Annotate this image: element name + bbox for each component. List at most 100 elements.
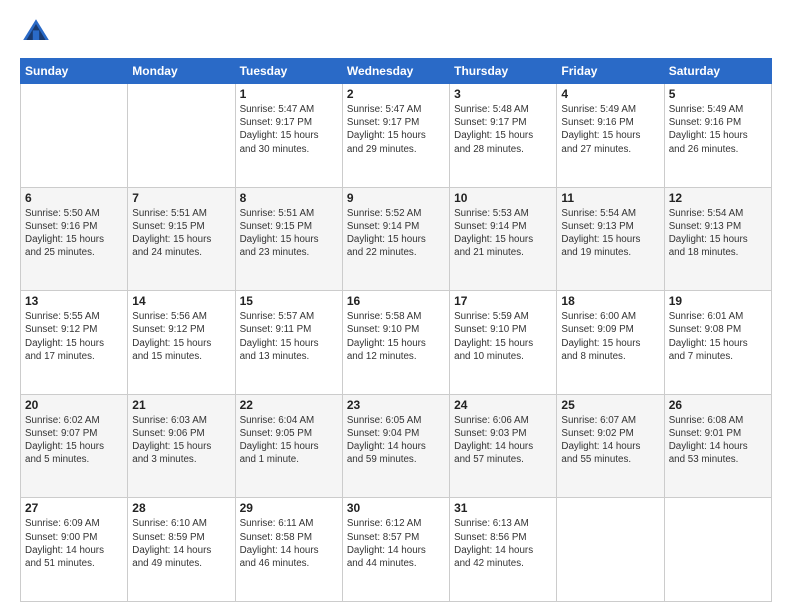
- calendar: SundayMondayTuesdayWednesdayThursdayFrid…: [20, 58, 772, 602]
- page: SundayMondayTuesdayWednesdayThursdayFrid…: [0, 0, 792, 612]
- day-info: Sunrise: 5:51 AMSunset: 9:15 PMDaylight:…: [240, 207, 338, 260]
- day-number: 22: [240, 398, 338, 412]
- day-number: 29: [240, 501, 338, 515]
- calendar-cell: 17 Sunrise: 5:59 AMSunset: 9:10 PMDayligh…: [450, 291, 557, 395]
- day-info: Sunrise: 6:09 AMSunset: 9:00 PMDaylight:…: [25, 517, 123, 570]
- logo: [20, 16, 56, 48]
- calendar-cell: [557, 498, 664, 602]
- calendar-week-2: 6 Sunrise: 5:50 AMSunset: 9:16 PMDaylight…: [21, 187, 772, 291]
- day-info: Sunrise: 5:48 AMSunset: 9:17 PMDaylight:…: [454, 103, 552, 156]
- day-number: 27: [25, 501, 123, 515]
- day-number: 4: [561, 87, 659, 101]
- day-info: Sunrise: 5:49 AMSunset: 9:16 PMDaylight:…: [669, 103, 767, 156]
- calendar-cell: 16 Sunrise: 5:58 AMSunset: 9:10 PMDayligh…: [342, 291, 449, 395]
- day-number: 13: [25, 294, 123, 308]
- col-header-tuesday: Tuesday: [235, 59, 342, 84]
- day-info: Sunrise: 5:50 AMSunset: 9:16 PMDaylight:…: [25, 207, 123, 260]
- calendar-cell: [664, 498, 771, 602]
- day-info: Sunrise: 5:55 AMSunset: 9:12 PMDaylight:…: [25, 310, 123, 363]
- day-info: Sunrise: 6:11 AMSunset: 8:58 PMDaylight:…: [240, 517, 338, 570]
- calendar-cell: 13 Sunrise: 5:55 AMSunset: 9:12 PMDayligh…: [21, 291, 128, 395]
- calendar-cell: 24Sunrise: 6:06 AMSunset: 9:03 PMDayligh…: [450, 394, 557, 498]
- day-info: Sunrise: 5:57 AMSunset: 9:11 PMDaylight:…: [240, 310, 338, 363]
- calendar-cell: 22 Sunrise: 6:04 AMSunset: 9:05 PMDayligh…: [235, 394, 342, 498]
- calendar-cell: 20 Sunrise: 6:02 AMSunset: 9:07 PMDayligh…: [21, 394, 128, 498]
- day-number: 6: [25, 191, 123, 205]
- col-header-friday: Friday: [557, 59, 664, 84]
- col-header-monday: Monday: [128, 59, 235, 84]
- calendar-week-5: 27 Sunrise: 6:09 AMSunset: 9:00 PMDayligh…: [21, 498, 772, 602]
- col-header-wednesday: Wednesday: [342, 59, 449, 84]
- day-info: Sunrise: 5:58 AMSunset: 9:10 PMDaylight:…: [347, 310, 445, 363]
- day-info: Sunrise: 5:51 AMSunset: 9:15 PMDaylight:…: [132, 207, 230, 260]
- calendar-cell: 25Sunrise: 6:07 AMSunset: 9:02 PMDayligh…: [557, 394, 664, 498]
- day-number: 30: [347, 501, 445, 515]
- day-info: Sunrise: 5:54 AMSunset: 9:13 PMDaylight:…: [561, 207, 659, 260]
- calendar-cell: 12Sunrise: 5:54 AMSunset: 9:13 PMDayligh…: [664, 187, 771, 291]
- day-number: 7: [132, 191, 230, 205]
- day-number: 16: [347, 294, 445, 308]
- day-info: Sunrise: 6:03 AMSunset: 9:06 PMDaylight:…: [132, 414, 230, 467]
- day-number: 20: [25, 398, 123, 412]
- day-info: Sunrise: 6:01 AMSunset: 9:08 PMDaylight:…: [669, 310, 767, 363]
- day-number: 19: [669, 294, 767, 308]
- header-row: SundayMondayTuesdayWednesdayThursdayFrid…: [21, 59, 772, 84]
- day-number: 23: [347, 398, 445, 412]
- calendar-cell: 28Sunrise: 6:10 AMSunset: 8:59 PMDayligh…: [128, 498, 235, 602]
- day-info: Sunrise: 5:53 AMSunset: 9:14 PMDaylight:…: [454, 207, 552, 260]
- calendar-week-3: 13 Sunrise: 5:55 AMSunset: 9:12 PMDayligh…: [21, 291, 772, 395]
- calendar-cell: 9Sunrise: 5:52 AMSunset: 9:14 PMDaylight…: [342, 187, 449, 291]
- calendar-cell: 7 Sunrise: 5:51 AMSunset: 9:15 PMDaylight…: [128, 187, 235, 291]
- calendar-cell: 2Sunrise: 5:47 AMSunset: 9:17 PMDaylight…: [342, 84, 449, 188]
- day-number: 1: [240, 87, 338, 101]
- day-number: 25: [561, 398, 659, 412]
- day-info: Sunrise: 6:02 AMSunset: 9:07 PMDaylight:…: [25, 414, 123, 467]
- day-number: 31: [454, 501, 552, 515]
- day-number: 15: [240, 294, 338, 308]
- calendar-cell: 27 Sunrise: 6:09 AMSunset: 9:00 PMDayligh…: [21, 498, 128, 602]
- day-info: Sunrise: 5:56 AMSunset: 9:12 PMDaylight:…: [132, 310, 230, 363]
- calendar-week-1: 1 Sunrise: 5:47 AMSunset: 9:17 PMDaylight…: [21, 84, 772, 188]
- day-number: 3: [454, 87, 552, 101]
- day-info: Sunrise: 6:04 AMSunset: 9:05 PMDaylight:…: [240, 414, 338, 467]
- calendar-cell: 4 Sunrise: 5:49 AMSunset: 9:16 PMDaylight…: [557, 84, 664, 188]
- day-number: 14: [132, 294, 230, 308]
- day-info: Sunrise: 5:52 AMSunset: 9:14 PMDaylight:…: [347, 207, 445, 260]
- calendar-body: 1 Sunrise: 5:47 AMSunset: 9:17 PMDaylight…: [21, 84, 772, 602]
- col-header-sunday: Sunday: [21, 59, 128, 84]
- calendar-cell: 26Sunrise: 6:08 AMSunset: 9:01 PMDayligh…: [664, 394, 771, 498]
- day-info: Sunrise: 5:49 AMSunset: 9:16 PMDaylight:…: [561, 103, 659, 156]
- day-number: 8: [240, 191, 338, 205]
- calendar-cell: 30 Sunrise: 6:12 AMSunset: 8:57 PMDayligh…: [342, 498, 449, 602]
- day-info: Sunrise: 6:13 AMSunset: 8:56 PMDaylight:…: [454, 517, 552, 570]
- calendar-cell: [128, 84, 235, 188]
- day-info: Sunrise: 5:47 AMSunset: 9:17 PMDaylight:…: [240, 103, 338, 156]
- calendar-cell: 1 Sunrise: 5:47 AMSunset: 9:17 PMDaylight…: [235, 84, 342, 188]
- calendar-cell: 11 Sunrise: 5:54 AMSunset: 9:13 PMDayligh…: [557, 187, 664, 291]
- header: [20, 16, 772, 48]
- day-info: Sunrise: 5:47 AMSunset: 9:17 PMDaylight:…: [347, 103, 445, 156]
- day-number: 17: [454, 294, 552, 308]
- calendar-cell: 21Sunrise: 6:03 AMSunset: 9:06 PMDayligh…: [128, 394, 235, 498]
- calendar-cell: 3 Sunrise: 5:48 AMSunset: 9:17 PMDaylight…: [450, 84, 557, 188]
- calendar-cell: 29 Sunrise: 6:11 AMSunset: 8:58 PMDayligh…: [235, 498, 342, 602]
- day-info: Sunrise: 6:06 AMSunset: 9:03 PMDaylight:…: [454, 414, 552, 467]
- day-number: 5: [669, 87, 767, 101]
- day-info: Sunrise: 5:59 AMSunset: 9:10 PMDaylight:…: [454, 310, 552, 363]
- calendar-cell: 23Sunrise: 6:05 AMSunset: 9:04 PMDayligh…: [342, 394, 449, 498]
- calendar-week-4: 20 Sunrise: 6:02 AMSunset: 9:07 PMDayligh…: [21, 394, 772, 498]
- day-info: Sunrise: 6:00 AMSunset: 9:09 PMDaylight:…: [561, 310, 659, 363]
- calendar-cell: [21, 84, 128, 188]
- day-number: 18: [561, 294, 659, 308]
- logo-icon: [20, 16, 52, 48]
- calendar-cell: 14 Sunrise: 5:56 AMSunset: 9:12 PMDayligh…: [128, 291, 235, 395]
- col-header-saturday: Saturday: [664, 59, 771, 84]
- calendar-cell: 6 Sunrise: 5:50 AMSunset: 9:16 PMDaylight…: [21, 187, 128, 291]
- calendar-cell: 10Sunrise: 5:53 AMSunset: 9:14 PMDayligh…: [450, 187, 557, 291]
- day-number: 11: [561, 191, 659, 205]
- col-header-thursday: Thursday: [450, 59, 557, 84]
- day-info: Sunrise: 6:12 AMSunset: 8:57 PMDaylight:…: [347, 517, 445, 570]
- calendar-cell: 31 Sunrise: 6:13 AMSunset: 8:56 PMDayligh…: [450, 498, 557, 602]
- calendar-cell: 19 Sunrise: 6:01 AMSunset: 9:08 PMDayligh…: [664, 291, 771, 395]
- day-number: 26: [669, 398, 767, 412]
